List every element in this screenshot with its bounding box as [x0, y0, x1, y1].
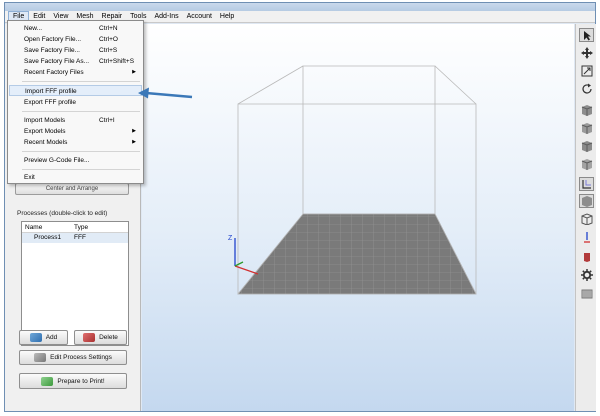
axis-z-label: Z: [228, 235, 233, 242]
menu-account[interactable]: Account: [183, 11, 216, 22]
menu-item-save-factory[interactable]: Save Factory File... Ctrl+S: [9, 45, 142, 56]
cursor-icon[interactable]: [579, 28, 594, 42]
cube-right-icon[interactable]: [579, 139, 594, 153]
menu-item-shortcut: Ctrl+S: [99, 47, 118, 54]
menu-separator: [22, 151, 140, 152]
menu-separator: [22, 111, 140, 112]
table-row[interactable]: Process1 FFF: [22, 233, 128, 243]
menu-item-label: Import Models: [24, 117, 66, 124]
delete-icon: [83, 333, 96, 342]
cube-top-icon[interactable]: [579, 121, 594, 135]
axis-indicator: [234, 238, 259, 275]
menu-item-label: Export Models: [24, 128, 66, 135]
menu-item-import-fff-profile[interactable]: Import FFF profile: [9, 85, 142, 96]
axis-icon[interactable]: [579, 230, 594, 244]
3d-viewport[interactable]: Z: [142, 24, 574, 411]
add-process-button[interactable]: Add: [19, 330, 68, 345]
menu-item-open-factory[interactable]: Open Factory File... Ctrl+O: [9, 34, 142, 45]
menu-item-shortcut: Ctrl+N: [99, 25, 118, 32]
build-plate: [237, 213, 477, 295]
menu-item-label: Open Factory File...: [24, 36, 82, 43]
settings-icon: [34, 353, 47, 362]
cube-solid-icon[interactable]: [579, 194, 594, 208]
gear-icon[interactable]: [579, 268, 594, 282]
rotate-icon[interactable]: [579, 82, 594, 96]
menu-item-label: Recent Factory Files: [24, 69, 84, 76]
submenu-arrow-icon: ▶: [132, 69, 136, 75]
menu-item-label: Import FFF profile: [25, 88, 77, 95]
move-icon[interactable]: [579, 46, 594, 60]
table-header: Name Type: [22, 222, 128, 233]
stack-icon[interactable]: [579, 286, 594, 300]
menu-item-new[interactable]: New... Ctrl+N: [9, 23, 142, 34]
cube-wire-icon[interactable]: [579, 212, 594, 226]
add-label: Add: [45, 334, 58, 341]
prepare-to-print-button[interactable]: Prepare to Print!: [19, 373, 127, 389]
menu-item-shortcut: Ctrl+I: [99, 117, 115, 124]
menu-item-recent-factory[interactable]: Recent Factory Files ▶: [9, 67, 142, 78]
menu-item-export-fff-profile[interactable]: Export FFF profile: [9, 97, 142, 108]
title-bar: [5, 3, 595, 11]
scale-icon[interactable]: [579, 64, 594, 78]
delete-label: Delete: [99, 334, 118, 341]
print-icon: [41, 376, 54, 386]
callout-arrow-icon: [138, 87, 193, 99]
menu-item-preview-gcode[interactable]: Preview G-Code File...: [9, 155, 142, 166]
menu-item-shortcut: Ctrl+Shift+S: [99, 58, 135, 65]
menu-item-exit[interactable]: Exit: [9, 172, 142, 183]
menu-item-shortcut: Ctrl+O: [99, 36, 118, 43]
menu-item-label: New...: [24, 25, 43, 32]
camera-icon[interactable]: [579, 177, 594, 191]
edit-process-settings-button[interactable]: Edit Process Settings: [19, 350, 127, 365]
cube-left-icon[interactable]: [579, 157, 594, 171]
menu-item-label: Export FFF profile: [24, 99, 77, 106]
prepare-label: Prepare to Print!: [57, 377, 105, 385]
submenu-arrow-icon: ▶: [132, 139, 136, 145]
menu-item-label: Save Factory File...: [24, 47, 80, 54]
menu-item-import-models[interactable]: Import Models Ctrl+I: [9, 115, 142, 126]
submenu-arrow-icon: ▶: [132, 128, 136, 134]
menu-separator: [22, 169, 140, 170]
edit-settings-label: Edit Process Settings: [50, 354, 112, 361]
process-name-cell: Process1: [34, 234, 62, 241]
column-name-header: Name: [25, 224, 43, 231]
delete-process-button[interactable]: Delete: [74, 330, 127, 345]
menu-item-label: Preview G-Code File...: [24, 157, 90, 164]
processes-label: Processes (double-click to edit): [17, 210, 108, 217]
center-arrange-button[interactable]: Center and Arrange: [15, 183, 129, 195]
menu-item-export-models[interactable]: Export Models ▶: [9, 126, 142, 137]
menu-help[interactable]: Help: [216, 11, 238, 22]
menu-item-label: Exit: [24, 174, 35, 181]
processes-table: Name Type Process1 FFF: [21, 221, 129, 346]
column-type-header: Type: [74, 224, 89, 231]
menu-item-save-factory-as[interactable]: Save Factory File As... Ctrl+Shift+S: [9, 56, 142, 67]
menu-item-label: Recent Models: [24, 139, 68, 146]
menu-item-recent-models[interactable]: Recent Models ▶: [9, 137, 142, 148]
menu-separator: [22, 81, 140, 82]
right-toolbar: [575, 24, 596, 411]
file-menu-dropdown: New... Ctrl+N Open Factory File... Ctrl+…: [7, 20, 144, 184]
menu-item-label: Save Factory File As...: [24, 58, 90, 65]
menu-add-ins[interactable]: Add-Ins: [150, 11, 182, 22]
object-icon[interactable]: [579, 250, 594, 264]
process-type-cell: FFF: [74, 234, 86, 241]
build-volume-scene: Z: [228, 65, 477, 295]
add-icon: [29, 333, 42, 342]
cube-front-icon[interactable]: [579, 103, 594, 117]
